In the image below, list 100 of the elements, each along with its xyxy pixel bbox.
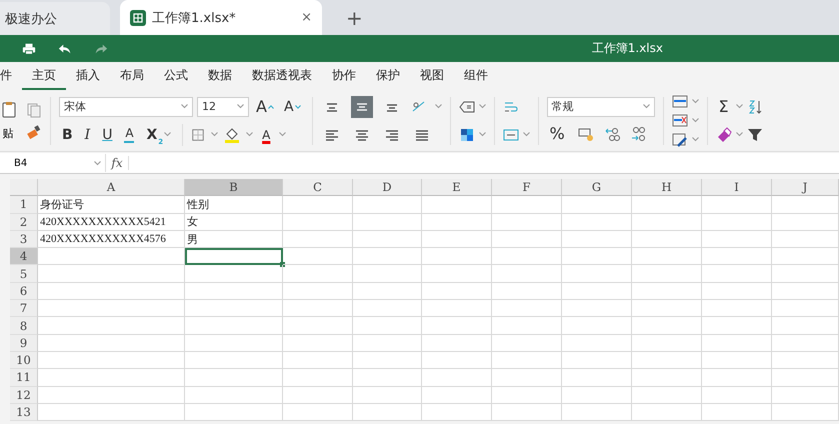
table-cell[interactable] (702, 196, 772, 214)
table-cell[interactable] (185, 386, 283, 404)
table-cell[interactable] (772, 352, 839, 370)
table-cell[interactable] (492, 334, 562, 352)
table-cell[interactable] (283, 369, 353, 387)
table-cell[interactable] (772, 214, 839, 231)
select-all-corner[interactable] (10, 179, 38, 196)
table-cell[interactable] (702, 265, 772, 283)
table-cell[interactable] (283, 317, 353, 335)
close-tab-button[interactable]: × (301, 10, 312, 25)
table-cell[interactable]: 身份证号 (38, 196, 185, 214)
table-cell[interactable] (422, 265, 492, 283)
menu-tab[interactable]: 布局 (110, 62, 154, 90)
decrease-font-button[interactable]: A (280, 96, 304, 118)
table-cell[interactable] (422, 196, 492, 214)
row-header[interactable]: 10 (10, 352, 38, 370)
menu-tab[interactable]: 保护 (366, 62, 410, 90)
table-cell[interactable] (562, 352, 632, 370)
row-header[interactable]: 9 (10, 334, 38, 352)
table-cell[interactable] (353, 214, 422, 231)
caret-icon[interactable] (692, 118, 699, 123)
table-cell[interactable] (353, 352, 422, 370)
table-cell[interactable] (492, 214, 562, 231)
table-cell[interactable] (702, 317, 772, 335)
table-cell[interactable] (632, 317, 702, 335)
table-cell[interactable] (492, 282, 562, 300)
printer-icon[interactable] (22, 42, 36, 56)
table-cell[interactable] (353, 282, 422, 300)
caret-icon[interactable] (434, 104, 442, 109)
merge-cells-icon[interactable] (502, 126, 519, 142)
table-cell[interactable] (632, 386, 702, 404)
row-header[interactable]: 7 (10, 300, 38, 318)
table-cell[interactable] (422, 404, 492, 422)
number-format-dropdown[interactable]: 常规 (546, 96, 655, 116)
paste-icon[interactable] (0, 100, 16, 120)
table-cell[interactable] (702, 248, 772, 266)
table-cell[interactable] (562, 282, 632, 300)
table-cell[interactable] (632, 404, 702, 422)
row-header[interactable]: 3 (10, 230, 38, 248)
caret-icon[interactable] (642, 104, 650, 109)
table-cell[interactable] (422, 352, 492, 370)
currency-icon[interactable] (578, 126, 594, 142)
table-cell[interactable] (632, 282, 702, 300)
decrease-decimal-icon[interactable] (630, 126, 646, 142)
caret-icon[interactable] (237, 104, 244, 109)
table-cell[interactable] (702, 369, 772, 387)
table-cell[interactable] (562, 248, 632, 266)
fill-handle[interactable] (280, 262, 285, 268)
caret-icon[interactable] (181, 104, 188, 109)
table-cell[interactable]: 女 (185, 214, 283, 231)
table-cell[interactable] (38, 317, 185, 335)
table-cell[interactable] (283, 196, 353, 214)
table-cell[interactable] (283, 230, 353, 248)
table-cell[interactable] (562, 300, 632, 318)
table-cell[interactable] (632, 334, 702, 352)
format-painter-icon[interactable] (26, 124, 42, 140)
caret-icon[interactable] (522, 132, 530, 137)
row-header[interactable]: 6 (10, 282, 38, 300)
format-cells-icon[interactable] (672, 132, 688, 148)
menu-tab[interactable]: 主页 (22, 62, 66, 90)
table-cell[interactable] (702, 300, 772, 318)
table-cell[interactable]: 420XXXXXXXXXXX4576 (38, 230, 185, 248)
fill-bucket-icon[interactable] (224, 126, 240, 142)
strikethrough-button[interactable]: A (121, 124, 138, 146)
table-cell[interactable] (492, 369, 562, 387)
column-header[interactable]: D (353, 179, 422, 196)
caret-icon[interactable] (692, 99, 699, 104)
table-cell[interactable] (632, 230, 702, 248)
table-cell[interactable] (38, 404, 185, 422)
column-header[interactable]: J (772, 179, 839, 196)
table-cell[interactable] (772, 369, 839, 387)
table-cell[interactable] (562, 265, 632, 283)
table-cell[interactable] (422, 300, 492, 318)
table-cell[interactable] (492, 196, 562, 214)
column-header[interactable]: C (283, 179, 353, 196)
filter-icon[interactable] (746, 126, 763, 142)
row-header[interactable]: 2 (10, 214, 38, 231)
increase-decimal-icon[interactable] (604, 126, 620, 142)
bold-button[interactable]: B (59, 124, 76, 146)
table-cell[interactable] (702, 282, 772, 300)
table-cell[interactable] (283, 352, 353, 370)
table-cell[interactable] (632, 248, 702, 266)
font-color-button[interactable]: A (259, 124, 274, 146)
table-cell[interactable]: 性别 (185, 196, 283, 214)
column-header[interactable]: G (562, 179, 632, 196)
copy-icon[interactable] (26, 102, 42, 118)
new-tab-button[interactable]: + (346, 6, 363, 30)
table-cell[interactable] (492, 404, 562, 422)
caret-icon[interactable] (736, 132, 743, 137)
table-cell[interactable] (422, 282, 492, 300)
table-cell[interactable] (702, 404, 772, 422)
table-cell[interactable] (632, 196, 702, 214)
table-cell[interactable] (353, 369, 422, 387)
browser-tab[interactable]: 工作簿1.xlsx* × (120, 0, 322, 35)
table-cell[interactable] (562, 404, 632, 422)
table-cell[interactable] (772, 300, 839, 318)
menu-tab[interactable]: 协作 (322, 62, 366, 90)
table-cell[interactable] (632, 369, 702, 387)
table-cell[interactable] (38, 248, 185, 266)
table-cell[interactable] (353, 334, 422, 352)
